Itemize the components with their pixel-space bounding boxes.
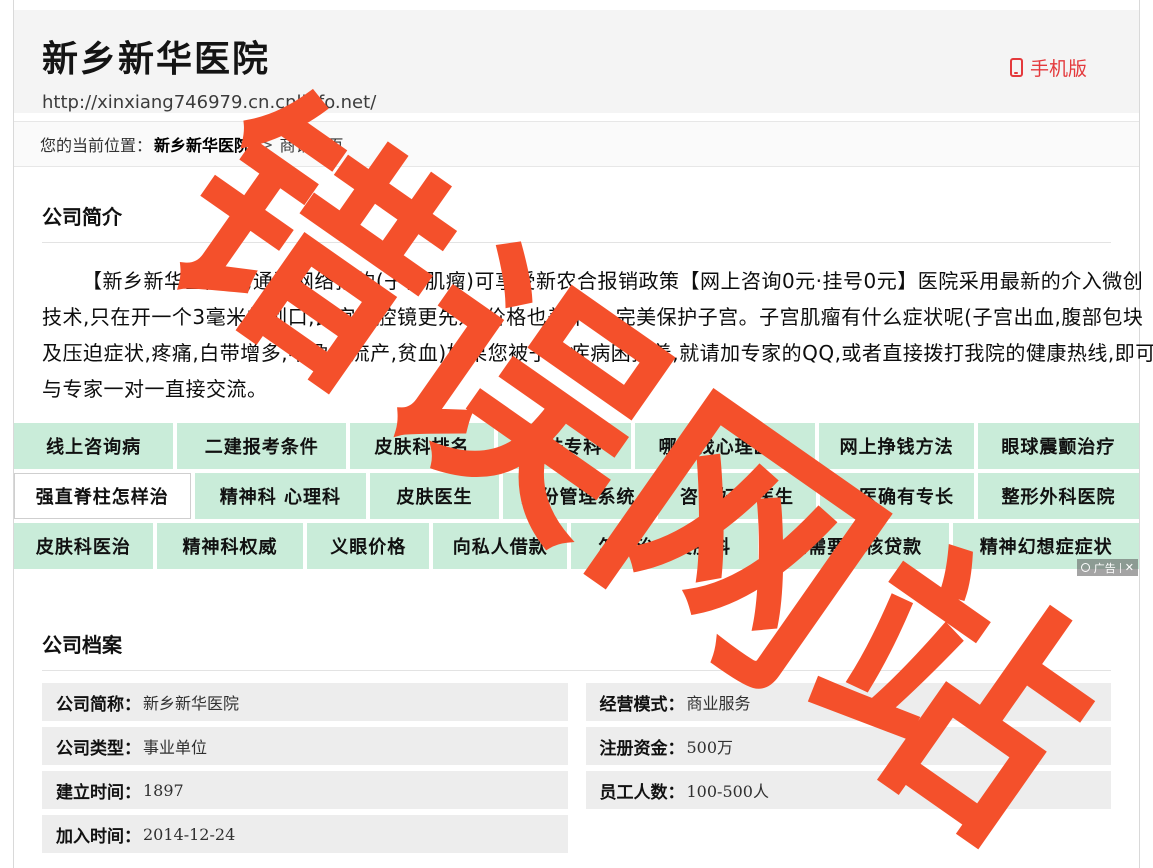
tag-button[interactable]: 身份管理系统 [503, 473, 654, 519]
company-profile-section: 公司档案 公司简称：新乡新华医院公司类型：事业单位建立时间：1897加入时间：2… [42, 569, 1111, 853]
profile-label: 公司简称： [56, 690, 141, 715]
tag-button[interactable]: 向私人借款 [433, 523, 567, 569]
profile-label: 员工人数： [600, 778, 685, 803]
tag-button[interactable]: 强直脊柱怎样治 [14, 473, 191, 519]
breadcrumb-separator: > [260, 135, 273, 154]
tag-row: 强直脊柱怎样治精神科 心理科皮肤医生身份管理系统咨询妇幼医生中医确有专长整形外科… [14, 473, 1139, 519]
mobile-version-label: 手机版 [1030, 54, 1087, 81]
profile-col-right: 经营模式：商业服务注册资金：500万员工人数：100-500人 [586, 683, 1112, 853]
mobile-version-link[interactable]: 手机版 [1010, 54, 1087, 81]
tag-button[interactable]: 皮肤科排名 [350, 423, 494, 469]
profile-label: 加入时间： [56, 822, 141, 847]
company-intro-heading: 公司简介 [42, 201, 1111, 230]
profile-value: 1897 [143, 781, 184, 800]
ad-badge-label: 广告 [1094, 560, 1116, 576]
tag-button[interactable]: 义眼价格 [307, 523, 429, 569]
tag-button[interactable]: 皮肤专科 [498, 423, 631, 469]
tag-button[interactable]: 整形外科医院 [978, 473, 1139, 519]
tag-button[interactable]: 哪里找心理医生 [635, 423, 816, 469]
breadcrumb-current-link[interactable]: 商铺首页 [279, 132, 343, 156]
tag-button[interactable]: 网上挣钱方法 [819, 423, 973, 469]
tag-button[interactable]: 二建报考条件 [177, 423, 346, 469]
tag-button[interactable]: 眼球震颤治疗 [978, 423, 1139, 469]
profile-row: 公司类型：事业单位 [42, 727, 568, 765]
intro-line: 【新乡新华医院】,通过网络预约(子宫肌瘤)可享受新农合报销政策【网上咨询0元·挂… [42, 263, 1111, 299]
profile-row: 经营模式：商业服务 [586, 683, 1112, 721]
ad-info-icon [1081, 563, 1090, 572]
ad-close-icon[interactable]: ✕ [1125, 562, 1134, 573]
company-intro-section: 公司简介 【新乡新华医院】,通过网络预约(子宫肌瘤)可享受新农合报销政策【网上咨… [42, 167, 1111, 407]
section-divider [42, 670, 1111, 671]
tag-button[interactable]: 皮肤科医治 [14, 523, 153, 569]
site-header: 新乡新华医院 http://xinxiang746979.cn.cnlinfo.… [14, 10, 1139, 113]
profile-col-left: 公司简称：新乡新华医院公司类型：事业单位建立时间：1897加入时间：2014-1… [42, 683, 568, 853]
profile-label: 建立时间： [56, 778, 141, 803]
tag-row: 皮肤科医治精神科权威义眼价格向私人借款怎么治疗皮肤科无需要审核贷款精神幻想症症状 [14, 523, 1139, 569]
profile-value: 新乡新华医院 [143, 690, 239, 714]
tag-button[interactable]: 怎么治疗皮肤科 [571, 523, 758, 569]
site-url: http://xinxiang746979.cn.cnlinfo.net/ [42, 92, 1139, 113]
main-container: 新乡新华医院 http://xinxiang746979.cn.cnlinfo.… [13, 0, 1140, 868]
profile-label: 注册资金： [600, 734, 685, 759]
profile-value: 100-500人 [687, 778, 770, 802]
section-divider [42, 242, 1111, 243]
intro-line: 与专家一对一直接交流。 [42, 371, 1111, 407]
tag-button[interactable]: 精神科权威 [157, 523, 304, 569]
breadcrumb-site-link[interactable]: 新乡新华医院 [154, 132, 250, 156]
phone-icon [1010, 58, 1023, 77]
site-title: 新乡新华医院 [42, 30, 1139, 82]
tag-row: 线上咨询病二建报考条件皮肤科排名皮肤专科哪里找心理医生网上挣钱方法眼球震颤治疗 [14, 423, 1139, 469]
profile-label: 经营模式： [600, 690, 685, 715]
profile-label: 公司类型： [56, 734, 141, 759]
breadcrumb: 您的当前位置： 新乡新华医院 > 商铺首页 [14, 121, 1139, 167]
profile-value: 商业服务 [687, 690, 751, 714]
company-profile-heading: 公司档案 [42, 629, 1111, 658]
profile-row: 加入时间：2014-12-24 [42, 815, 568, 853]
profile-table: 公司简称：新乡新华医院公司类型：事业单位建立时间：1897加入时间：2014-1… [42, 683, 1111, 853]
profile-value: 事业单位 [143, 734, 207, 758]
profile-row: 公司简称：新乡新华医院 [42, 683, 568, 721]
profile-value: 2014-12-24 [143, 825, 235, 844]
tag-button[interactable]: 无需要审核贷款 [762, 523, 950, 569]
ad-badge: 广告 ✕ [1077, 559, 1138, 576]
tag-button[interactable]: 精神科 心理科 [195, 473, 367, 519]
profile-row: 员工人数：100-500人 [586, 771, 1112, 809]
tag-button[interactable]: 皮肤医生 [370, 473, 499, 519]
profile-value: 500万 [687, 734, 734, 758]
tag-button[interactable]: 中医确有专长 [820, 473, 974, 519]
intro-paragraph: 【新乡新华医院】,通过网络预约(子宫肌瘤)可享受新农合报销政策【网上咨询0元·挂… [42, 263, 1111, 407]
intro-line: 及压迫症状,疼痛,白带增多,不孕与流产,贫血)如果您被子宫疾病困扰着,就请加专家… [42, 335, 1111, 371]
tag-grid: 线上咨询病二建报考条件皮肤科排名皮肤专科哪里找心理医生网上挣钱方法眼球震颤治疗强… [14, 423, 1139, 569]
tag-button[interactable]: 咨询妇幼医生 [658, 473, 816, 519]
profile-row: 注册资金：500万 [586, 727, 1112, 765]
ad-badge-divider [1120, 563, 1121, 573]
profile-row: 建立时间：1897 [42, 771, 568, 809]
breadcrumb-prefix: 您的当前位置： [40, 132, 152, 156]
page: 新乡新华医院 http://xinxiang746979.cn.cnlinfo.… [0, 0, 1153, 868]
tag-button[interactable]: 线上咨询病 [14, 423, 173, 469]
intro-line: 技术,只在开一个3毫米的创口,比宫腹腔镜更先进,价格也差不多,完美保护子宫。子宫… [42, 299, 1111, 335]
